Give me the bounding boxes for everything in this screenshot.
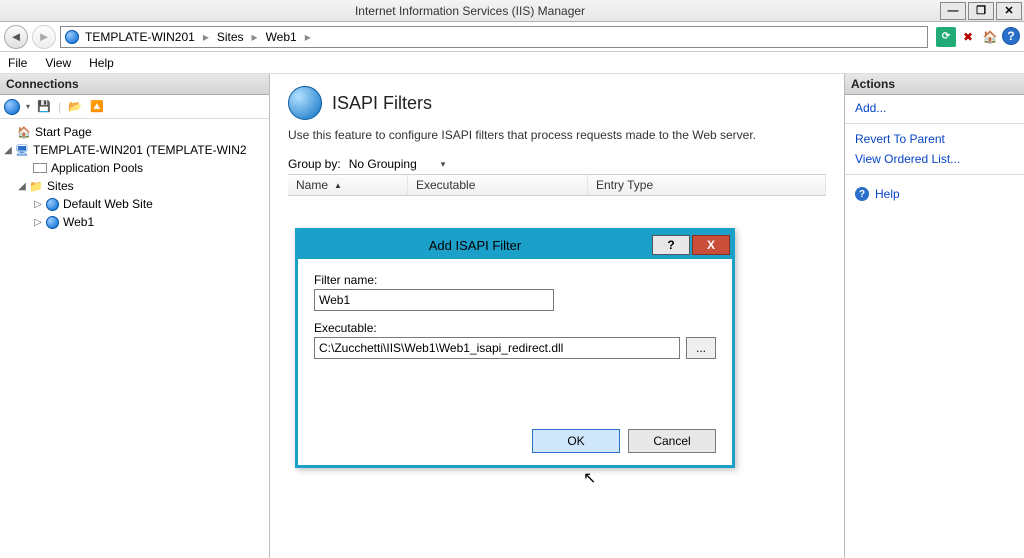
dialog-help-button[interactable]: ?	[652, 235, 690, 255]
tree-web1[interactable]: ▷Web1	[2, 213, 267, 231]
minimize-button[interactable]: —	[940, 2, 966, 20]
actions-pane: Actions Add... Revert To Parent View Ord…	[844, 74, 1024, 558]
dialog-title: Add ISAPI Filter	[298, 238, 652, 253]
tree-app-pools[interactable]: Application Pools	[2, 159, 267, 177]
add-isapi-filter-dialog: Add ISAPI Filter ? X Filter name: Execut…	[295, 228, 735, 468]
group-by-row: Group by: No Grouping▾	[288, 154, 826, 175]
page-title: ISAPI Filters	[332, 93, 432, 114]
divider	[845, 123, 1024, 124]
connections-pane: Connections ▾ 💾 | 📂 🔼 🏠Start Page ◢🖥TEMP…	[0, 74, 270, 558]
action-revert[interactable]: Revert To Parent	[855, 132, 1014, 146]
connections-toolbar: ▾ 💾 | 📂 🔼	[0, 95, 269, 119]
chevron-down-icon: ▾	[441, 159, 446, 170]
dialog-title-bar[interactable]: Add ISAPI Filter ? X	[298, 231, 732, 259]
maximize-button[interactable]: ❐	[968, 2, 994, 20]
breadcrumb-web1[interactable]: Web1	[266, 30, 297, 44]
filter-name-label: Filter name:	[314, 273, 716, 287]
page-description: Use this feature to configure ISAPI filt…	[288, 128, 826, 142]
divider	[845, 174, 1024, 175]
connections-tree: 🏠Start Page ◢🖥TEMPLATE-WIN201 (TEMPLATE-…	[0, 119, 269, 235]
stop-icon[interactable]: ✖	[958, 27, 978, 47]
col-entry-type[interactable]: Entry Type	[588, 175, 826, 195]
menu-view[interactable]: View	[45, 56, 71, 70]
feature-icon	[288, 86, 322, 120]
executable-input[interactable]	[314, 337, 680, 359]
action-help[interactable]: ?Help	[855, 187, 1014, 201]
dialog-close-button[interactable]: X	[692, 235, 730, 255]
sort-asc-icon: ▲	[334, 181, 342, 190]
cancel-button[interactable]: Cancel	[628, 429, 716, 453]
home-icon[interactable]: 🏠	[980, 27, 1000, 47]
col-name[interactable]: Name▲	[288, 175, 408, 195]
tree-default-site[interactable]: ▷Default Web Site	[2, 195, 267, 213]
help-icon[interactable]: ?	[1002, 27, 1020, 45]
breadcrumb-server[interactable]: TEMPLATE-WIN201	[85, 30, 195, 44]
connect-icon[interactable]	[4, 99, 20, 115]
menu-help[interactable]: Help	[89, 56, 114, 70]
browse-button[interactable]: ...	[686, 337, 716, 359]
chevron-right-icon[interactable]: ▸	[201, 30, 211, 44]
refresh-icon[interactable]: ⟳	[936, 27, 956, 47]
action-ordered[interactable]: View Ordered List...	[855, 152, 1014, 166]
tree-sites[interactable]: ◢📁Sites	[2, 177, 267, 195]
address-box[interactable]: TEMPLATE-WIN201 ▸ Sites ▸ Web1 ▸	[60, 26, 928, 48]
chevron-right-icon[interactable]: ▸	[250, 30, 260, 44]
close-window-button[interactable]: ✕	[996, 2, 1022, 20]
title-bar: Internet Information Services (IIS) Mana…	[0, 0, 1024, 22]
menu-file[interactable]: File	[8, 56, 27, 70]
group-by-label: Group by:	[288, 157, 341, 171]
back-button[interactable]: ◄	[4, 25, 28, 49]
executable-label: Executable:	[314, 321, 716, 335]
tree-server[interactable]: ◢🖥TEMPLATE-WIN201 (TEMPLATE-WIN2	[2, 141, 267, 159]
tree-start-page[interactable]: 🏠Start Page	[2, 123, 267, 141]
connections-header: Connections	[0, 74, 269, 95]
forward-button[interactable]: ►	[32, 25, 56, 49]
col-executable[interactable]: Executable	[408, 175, 588, 195]
chevron-right-icon[interactable]: ▸	[303, 30, 313, 44]
save-icon[interactable]: 💾	[36, 99, 52, 115]
menu-bar: File View Help	[0, 52, 1024, 74]
ok-button[interactable]: OK	[532, 429, 620, 453]
open-folder-icon[interactable]: 📂	[67, 99, 83, 115]
help-icon: ?	[855, 187, 869, 201]
up-icon[interactable]: 🔼	[89, 99, 105, 115]
window-title: Internet Information Services (IIS) Mana…	[0, 4, 940, 18]
group-by-dropdown[interactable]: No Grouping▾	[349, 157, 446, 171]
actions-header: Actions	[845, 74, 1024, 95]
filter-name-input[interactable]	[314, 289, 554, 311]
nav-bar: ◄ ► TEMPLATE-WIN201 ▸ Sites ▸ Web1 ▸ ⟳ ✖…	[0, 22, 1024, 52]
action-add[interactable]: Add...	[855, 101, 1014, 115]
breadcrumb-sites[interactable]: Sites	[217, 30, 244, 44]
globe-icon	[65, 30, 79, 44]
list-header: Name▲ Executable Entry Type	[288, 175, 826, 196]
